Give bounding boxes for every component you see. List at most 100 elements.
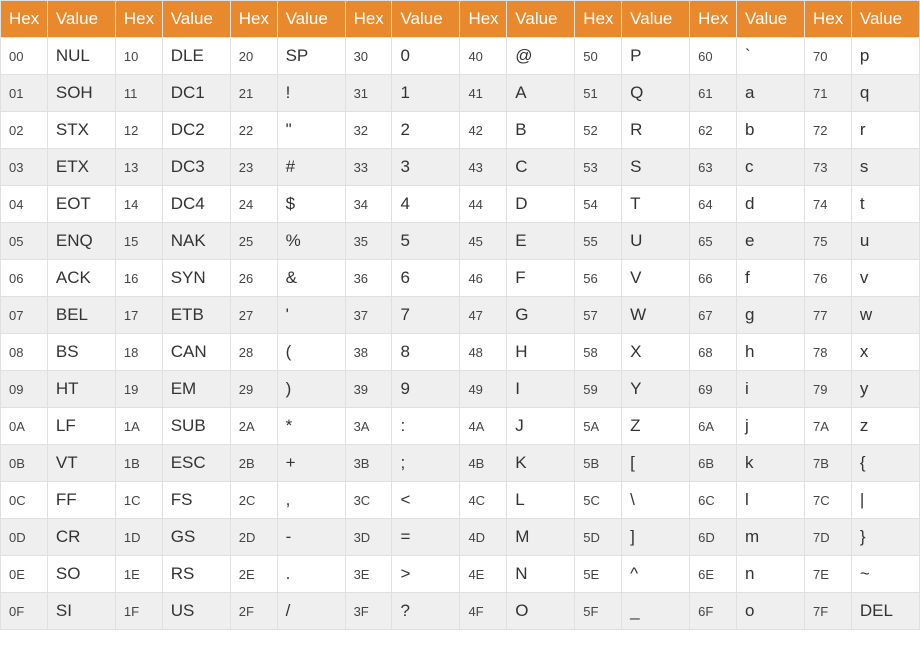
cell-hex: 5B (575, 445, 622, 482)
cell-value: $ (277, 186, 345, 223)
cell-hex: 26 (230, 260, 277, 297)
cell-value: 0 (392, 38, 460, 75)
cell-hex: 10 (115, 38, 162, 75)
cell-value: | (851, 482, 919, 519)
cell-hex: 06 (1, 260, 48, 297)
table-row: 0BVT1BESC2B+3B;4BK5B[6Bk7B{ (1, 445, 920, 482)
cell-hex: 75 (805, 223, 852, 260)
cell-hex: 6B (690, 445, 737, 482)
header-value: Value (162, 1, 230, 38)
cell-hex: 48 (460, 334, 507, 371)
table-row: 0ALF1ASUB2A*3A:4AJ5AZ6Aj7Az (1, 408, 920, 445)
cell-hex: 39 (345, 371, 392, 408)
cell-value: ) (277, 371, 345, 408)
cell-hex: 1A (115, 408, 162, 445)
cell-hex: 67 (690, 297, 737, 334)
cell-value: { (851, 445, 919, 482)
cell-value: % (277, 223, 345, 260)
cell-hex: 46 (460, 260, 507, 297)
cell-hex: 14 (115, 186, 162, 223)
cell-value: # (277, 149, 345, 186)
cell-hex: 7C (805, 482, 852, 519)
cell-hex: 2F (230, 593, 277, 630)
cell-hex: 58 (575, 334, 622, 371)
cell-value: ETB (162, 297, 230, 334)
cell-value: A (507, 75, 575, 112)
cell-hex: 29 (230, 371, 277, 408)
cell-hex: 44 (460, 186, 507, 223)
cell-value: ENQ (47, 223, 115, 260)
cell-value: V (622, 260, 690, 297)
cell-hex: 2B (230, 445, 277, 482)
cell-hex: 0B (1, 445, 48, 482)
header-hex: Hex (115, 1, 162, 38)
cell-value: o (737, 593, 805, 630)
cell-value: SO (47, 556, 115, 593)
table-row: 0CFF1CFS2C,3C<4CL5C\6Cl7C| (1, 482, 920, 519)
table-row: 0DCR1DGS2D-3D=4DM5D]6Dm7D} (1, 519, 920, 556)
header-hex: Hex (1, 1, 48, 38)
cell-hex: 78 (805, 334, 852, 371)
cell-hex: 47 (460, 297, 507, 334)
cell-hex: 5F (575, 593, 622, 630)
cell-value: ESC (162, 445, 230, 482)
cell-hex: 65 (690, 223, 737, 260)
cell-hex: 7D (805, 519, 852, 556)
cell-value: ~ (851, 556, 919, 593)
cell-value: ? (392, 593, 460, 630)
cell-hex: 1D (115, 519, 162, 556)
header-value: Value (47, 1, 115, 38)
table-row: 03ETX13DC323#33343C53S63c73s (1, 149, 920, 186)
cell-value: DLE (162, 38, 230, 75)
cell-hex: 79 (805, 371, 852, 408)
cell-value: f (737, 260, 805, 297)
cell-value: 2 (392, 112, 460, 149)
cell-hex: 37 (345, 297, 392, 334)
cell-value: O (507, 593, 575, 630)
cell-hex: 1B (115, 445, 162, 482)
cell-value: US (162, 593, 230, 630)
cell-value: y (851, 371, 919, 408)
cell-hex: 32 (345, 112, 392, 149)
table-row: 08BS18CAN28(38848H58X68h78x (1, 334, 920, 371)
cell-value: n (737, 556, 805, 593)
cell-value: BEL (47, 297, 115, 334)
cell-hex: 7F (805, 593, 852, 630)
cell-value: M (507, 519, 575, 556)
cell-value: 5 (392, 223, 460, 260)
cell-hex: 22 (230, 112, 277, 149)
cell-value: " (277, 112, 345, 149)
cell-value: m (737, 519, 805, 556)
cell-hex: 30 (345, 38, 392, 75)
cell-hex: 04 (1, 186, 48, 223)
cell-value: SYN (162, 260, 230, 297)
cell-hex: 02 (1, 112, 48, 149)
cell-hex: 17 (115, 297, 162, 334)
cell-value: C (507, 149, 575, 186)
cell-value: p (851, 38, 919, 75)
cell-value: P (622, 38, 690, 75)
cell-hex: 40 (460, 38, 507, 75)
cell-hex: 2A (230, 408, 277, 445)
cell-value: h (737, 334, 805, 371)
cell-value: U (622, 223, 690, 260)
cell-value: \ (622, 482, 690, 519)
cell-hex: 4D (460, 519, 507, 556)
cell-hex: 3E (345, 556, 392, 593)
cell-value: ( (277, 334, 345, 371)
header-value: Value (507, 1, 575, 38)
cell-value: 9 (392, 371, 460, 408)
cell-hex: 70 (805, 38, 852, 75)
cell-value: _ (622, 593, 690, 630)
cell-value: F (507, 260, 575, 297)
cell-value: SP (277, 38, 345, 75)
cell-hex: 5A (575, 408, 622, 445)
cell-value: * (277, 408, 345, 445)
cell-hex: 31 (345, 75, 392, 112)
cell-value: Y (622, 371, 690, 408)
cell-hex: 20 (230, 38, 277, 75)
cell-value: ] (622, 519, 690, 556)
cell-value: RS (162, 556, 230, 593)
cell-hex: 1E (115, 556, 162, 593)
cell-value: a (737, 75, 805, 112)
